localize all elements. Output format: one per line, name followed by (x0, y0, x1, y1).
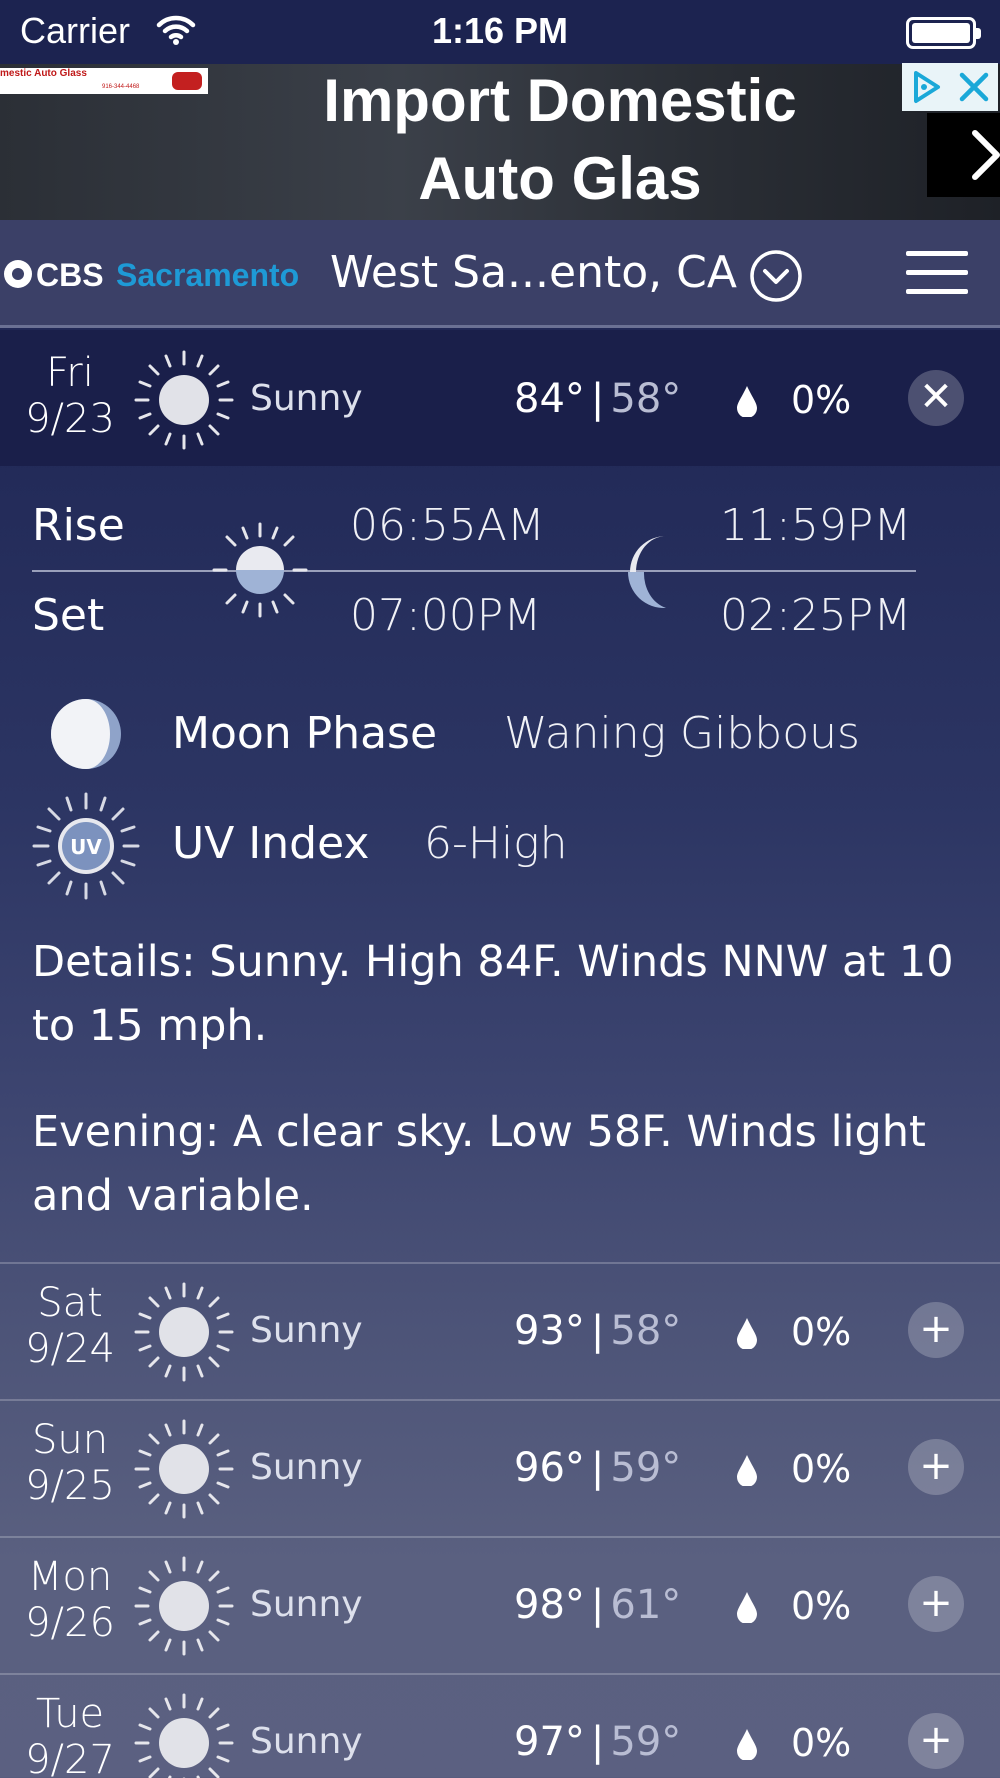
rise-set-divider (32, 570, 916, 572)
condition-label: Sunny (250, 1447, 363, 1488)
sun-icon (134, 1419, 234, 1519)
condition-label: Sunny (250, 1584, 363, 1625)
sunrise-time: 06:55AM (350, 500, 545, 551)
temperature-range: 97° | 59° (514, 1719, 682, 1765)
day-name: Fri (46, 350, 94, 396)
set-label: Set (32, 590, 105, 641)
ad-choices[interactable] (902, 63, 998, 111)
precip-chance: 0% (791, 378, 852, 422)
day-name: Tue (35, 1691, 105, 1737)
day-name: Mon (27, 1554, 113, 1600)
temp-high: 98° (514, 1582, 585, 1628)
day-name: Sun (31, 1417, 109, 1463)
plus-icon: + (919, 1580, 953, 1626)
moon-phase-icon (51, 699, 121, 769)
uv-index-label: UV Index (172, 818, 370, 869)
battery-icon (906, 17, 981, 49)
sun-icon (134, 1556, 234, 1656)
temp-low: 58° (610, 1308, 682, 1354)
sun-icon (212, 522, 308, 618)
expand-button[interactable]: + (908, 1302, 964, 1358)
sun-icon (134, 1693, 234, 1778)
hamburger-menu-icon[interactable] (906, 251, 968, 295)
crescent-moon-icon (627, 536, 666, 609)
ad-headline-line2: Auto Glas (418, 145, 702, 212)
uv-index-value: 6-High (424, 818, 568, 869)
sun-icon (134, 350, 234, 450)
close-icon: ✕ (919, 374, 953, 420)
temperature-range: 93° | 58° (514, 1308, 682, 1354)
sun-icon (134, 1282, 234, 1382)
evening-text: Evening: A clear sky. Low 58F. Winds lig… (32, 1107, 926, 1221)
moonset-time: 02:25PM (720, 590, 912, 641)
ad-next-button[interactable] (927, 113, 1000, 197)
sunset-time: 07:00PM (350, 590, 542, 641)
precip-chance: 0% (791, 1721, 852, 1765)
plus-icon: + (919, 1443, 953, 1489)
expand-button[interactable]: + (908, 1713, 964, 1769)
day-name: Sat (37, 1280, 103, 1326)
ad-logo-text: mestic Auto Glass (0, 68, 87, 79)
ad-logo-phone: 916-344-4468 (102, 84, 140, 90)
temp-low: 59° (610, 1445, 682, 1491)
moon-phase-label: Moon Phase (172, 708, 438, 759)
condition-label: Sunny (250, 1310, 363, 1351)
logo-city-text: Sacramento (116, 257, 299, 292)
chevron-right-icon (972, 130, 1000, 180)
status-time: 1:16 PM (431, 10, 569, 51)
ad-close-icon[interactable] (950, 63, 998, 111)
logo-cbs-text: CBS (36, 257, 104, 292)
temp-low: 59° (610, 1719, 682, 1765)
day-date: 9/24 (25, 1326, 115, 1372)
expand-button[interactable]: + (908, 1576, 964, 1632)
temp-high: 93° (514, 1308, 585, 1354)
day-label: Sun 9/25 (0, 1417, 140, 1509)
day-label: Sat 9/24 (0, 1280, 140, 1372)
plus-icon: + (919, 1306, 953, 1352)
temp-high: 96° (514, 1445, 585, 1491)
ad-logo-car-icon (172, 72, 202, 90)
day-label: Mon 9/26 (0, 1554, 140, 1646)
day-date: 9/23 (25, 396, 115, 442)
cbs-sacramento-logo[interactable]: CBS Sacramento (2, 256, 320, 292)
moon-phase-value: Waning Gibbous (504, 708, 860, 759)
plus-icon: + (919, 1717, 953, 1763)
uv-icon-text: UV (70, 835, 102, 859)
day-label: Tue 9/27 (0, 1691, 140, 1778)
day-date: 9/27 (25, 1737, 115, 1778)
temperature-range: 96° | 59° (514, 1445, 682, 1491)
collapse-button[interactable]: ✕ (908, 370, 964, 426)
precip-chance: 0% (791, 1310, 852, 1354)
location-name[interactable]: West Sa...ento, CA (330, 247, 737, 298)
temp-low: 58° (610, 376, 682, 422)
condition-label: Sunny (250, 1721, 363, 1762)
day-date: 9/26 (25, 1600, 115, 1646)
uv-index-icon: UV (32, 792, 140, 900)
temp-high: 97° (514, 1719, 585, 1765)
precip-chance: 0% (791, 1584, 852, 1628)
ad-headline-line1: Import Domestic (323, 67, 797, 134)
temp-low: 61° (610, 1582, 682, 1628)
moonrise-time: 11:59PM (720, 500, 912, 551)
raindrop-icon (737, 1455, 757, 1486)
day-date: 9/25 (25, 1463, 115, 1509)
temperature-range: 98° | 61° (514, 1582, 682, 1628)
condition-label: Sunny (250, 378, 363, 419)
raindrop-icon (737, 1592, 757, 1623)
ad-headline[interactable]: Import Domestic Auto Glas (250, 62, 870, 218)
temp-high: 84° (514, 376, 585, 422)
rise-label: Rise (32, 500, 125, 551)
expand-button[interactable]: + (908, 1439, 964, 1495)
precip-chance: 0% (791, 1447, 852, 1491)
raindrop-icon (737, 1729, 757, 1760)
day-label: Fri 9/23 (0, 350, 140, 442)
temperature-range: 84° | 58° (514, 376, 682, 422)
details-text: Details: Sunny. High 84F. Winds NNW at 1… (32, 937, 954, 1051)
ad-choices-icon[interactable] (902, 63, 950, 111)
raindrop-icon (737, 386, 757, 417)
chevron-down-circle-icon[interactable] (749, 249, 803, 303)
raindrop-icon (737, 1318, 757, 1349)
